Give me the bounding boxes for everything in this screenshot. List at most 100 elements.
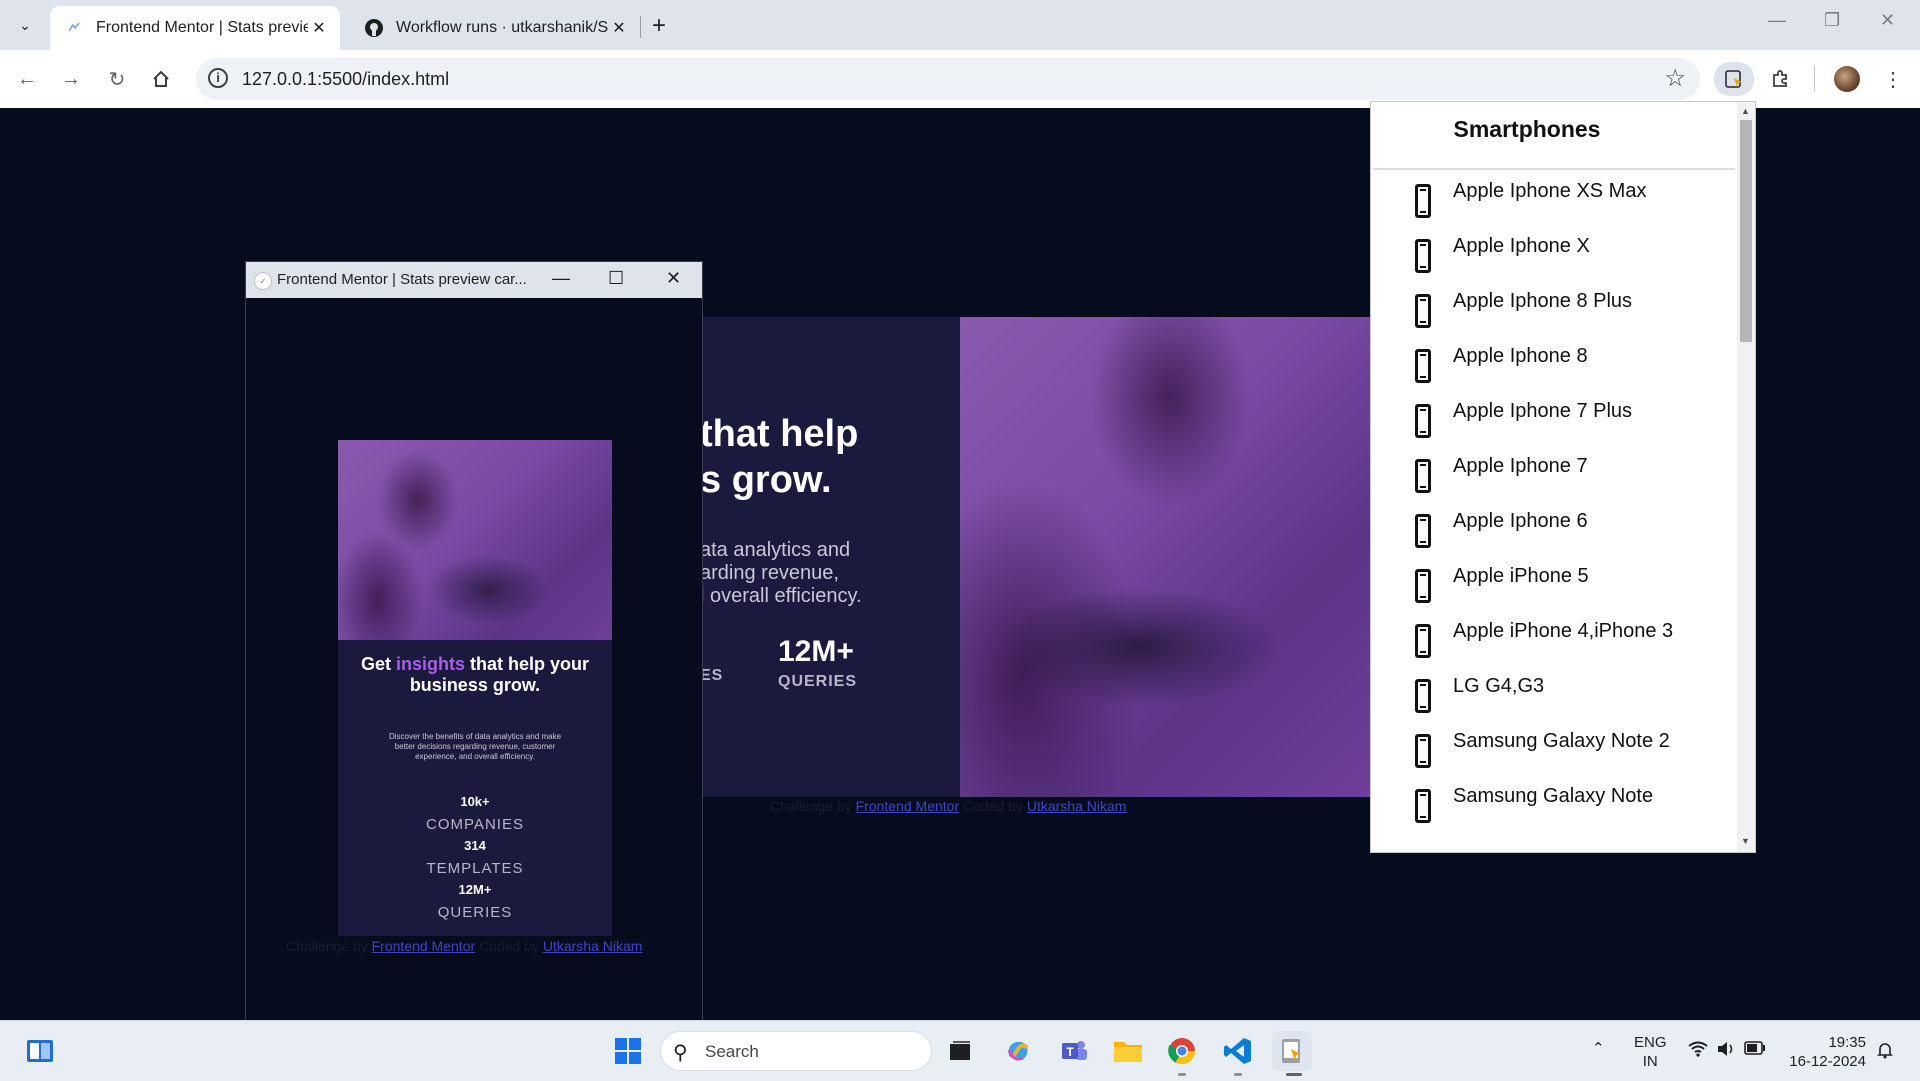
device-list-item[interactable]: Apple Iphone 6 — [1371, 504, 1737, 559]
frontend-mentor-link[interactable]: Frontend Mentor — [856, 798, 960, 814]
wifi-icon[interactable] — [1688, 1041, 1708, 1062]
address-bar[interactable]: i 127.0.0.1:5500/index.html ☆ — [196, 58, 1700, 100]
device-list-item[interactable]: Apple iPhone 5 — [1371, 559, 1737, 614]
device-name: Apple Iphone 7 — [1453, 455, 1588, 477]
device-list-item[interactable]: LG G4,G3 — [1371, 669, 1737, 724]
device-name: Apple iPhone 4,iPhone 3 — [1453, 620, 1674, 642]
favicon-icon: ✓ — [254, 272, 272, 290]
site-info-icon[interactable]: i — [208, 68, 228, 88]
close-icon[interactable]: ✕ — [308, 18, 330, 38]
device-name: Apple Iphone 8 Plus — [1453, 290, 1633, 312]
clock-date: 16-12-2024 — [1789, 1053, 1866, 1070]
widgets-icon[interactable] — [20, 1031, 60, 1071]
file-explorer-icon[interactable] — [1108, 1031, 1148, 1071]
bookmark-star-icon[interactable]: ☆ — [1664, 64, 1686, 93]
back-icon[interactable]: ← — [12, 64, 42, 94]
emulator-app-icon[interactable] — [1272, 1031, 1312, 1071]
volume-icon[interactable] — [1716, 1041, 1736, 1062]
device-list-item[interactable]: Apple Iphone 7 Plus — [1371, 394, 1737, 449]
heading-line-2: s grow. — [700, 459, 832, 501]
title-divider — [1373, 168, 1735, 170]
reload-icon[interactable]: ↻ — [102, 64, 132, 94]
copilot-icon[interactable] — [998, 1031, 1038, 1071]
device-name: Apple Iphone XS Max — [1453, 180, 1647, 202]
kebab-menu-icon[interactable]: ⋮ — [1876, 62, 1910, 96]
stat-queries-value: 12M+ — [458, 882, 492, 897]
card-heading: Get insights that help your business gro… — [338, 654, 612, 696]
search-placeholder: Search — [705, 1042, 759, 1061]
smartphone-icon — [1415, 514, 1431, 548]
device-name: Apple Iphone 8 — [1453, 345, 1588, 367]
heading-accent: insights — [395, 654, 465, 674]
device-list-item[interactable]: Apple Iphone X — [1371, 229, 1737, 284]
home-icon[interactable] — [146, 64, 176, 94]
notification-bell-icon[interactable] — [1876, 1041, 1894, 1064]
device-name: Apple Iphone 6 — [1453, 510, 1588, 532]
close-icon[interactable]: ✕ — [666, 268, 681, 289]
forward-icon[interactable]: → — [56, 64, 86, 94]
stat-companies-label: COMPANIES — [426, 816, 524, 833]
heading-line-1: that help — [700, 413, 859, 455]
device-list-item[interactable]: Samsung Galaxy Note 2 — [1371, 724, 1737, 779]
tab-workflow-runs[interactable]: Workflow runs · utkarshanik/Sta ✕ — [350, 6, 640, 50]
svg-text:T: T — [1066, 1045, 1074, 1059]
heading-pre: Get — [360, 654, 396, 674]
desc-line-1: ata analytics and — [700, 539, 851, 561]
clock-time: 19:35 — [1828, 1034, 1866, 1051]
scroll-down-arrow-icon[interactable]: ▼ — [1741, 836, 1750, 846]
window-title: Frontend Mentor | Stats preview car... — [277, 271, 527, 288]
frontend-mentor-link[interactable]: Frontend Mentor — [372, 938, 476, 954]
device-list-item[interactable]: Apple Iphone 8 — [1371, 339, 1737, 394]
language-indicator[interactable]: ENG IN — [1634, 1033, 1667, 1071]
battery-icon[interactable] — [1744, 1041, 1766, 1060]
card-description: ata analytics and arding revenue, l over… — [700, 539, 862, 608]
device-list-item[interactable]: Apple Iphone 8 Plus — [1371, 284, 1737, 339]
profile-avatar[interactable] — [1834, 66, 1860, 92]
teams-icon[interactable]: T — [1054, 1031, 1094, 1071]
maximize-icon[interactable]: ☐ — [608, 268, 624, 289]
smartphone-icon — [1415, 239, 1431, 273]
smartphone-icon — [1415, 294, 1431, 328]
attribution-mobile: Challenge by Frontend Mentor Coded by Ut… — [286, 938, 642, 954]
url-text: 127.0.0.1:5500/index.html — [242, 69, 450, 89]
language-code: ENG — [1634, 1034, 1667, 1051]
toolbar-divider — [1814, 66, 1815, 92]
minimize-icon[interactable]: — — [1768, 10, 1786, 31]
desc-line-2: arding revenue, — [700, 562, 839, 584]
extensions-puzzle-icon[interactable] — [1764, 62, 1798, 96]
device-list-item[interactable]: Apple iPhone 4,iPhone 3 — [1371, 614, 1737, 669]
new-tab-button[interactable]: + — [652, 12, 666, 40]
card-hero-image — [960, 317, 1370, 797]
close-window-icon[interactable]: ✕ — [1880, 10, 1895, 31]
scroll-up-arrow-icon[interactable]: ▲ — [1741, 106, 1750, 116]
author-link[interactable]: Utkarsha Nikam — [543, 938, 643, 954]
device-list-item[interactable]: Apple Iphone 7 — [1371, 449, 1737, 504]
start-windows-icon[interactable] — [608, 1031, 648, 1071]
device-name: Samsung Galaxy Note — [1453, 785, 1654, 807]
chrome-icon[interactable] — [1162, 1031, 1202, 1071]
smartphone-icon — [1415, 734, 1431, 768]
running-indicator — [1234, 1073, 1242, 1076]
show-hidden-icons-chevron-up-icon[interactable]: ⌃ — [1592, 1039, 1605, 1058]
smartphone-icon — [1415, 624, 1431, 658]
active-indicator — [1286, 1073, 1302, 1076]
desc-line-3: l overall efficiency. — [700, 585, 862, 607]
smartphone-icon — [1415, 459, 1431, 493]
task-view-icon[interactable] — [940, 1031, 980, 1071]
scrollbar-thumb[interactable] — [1740, 120, 1752, 342]
clock[interactable]: 19:35 16-12-2024 — [1786, 1033, 1866, 1071]
tab-search-button[interactable]: ⌄ — [10, 12, 40, 38]
taskbar-search[interactable]: ⚲ Search — [660, 1031, 932, 1071]
tab-title: Frontend Mentor | Stats previev — [96, 19, 308, 36]
close-icon[interactable]: ✕ — [608, 18, 630, 38]
smartphone-icon — [1415, 569, 1431, 603]
tab-frontend-mentor[interactable]: Frontend Mentor | Stats previev ✕ — [50, 6, 340, 50]
author-link[interactable]: Utkarsha Nikam — [1027, 798, 1127, 814]
device-list-item[interactable]: Apple Iphone XS Max — [1371, 174, 1737, 229]
minimize-icon[interactable]: — — [552, 268, 570, 289]
vscode-icon[interactable] — [1218, 1031, 1258, 1071]
stat-label-partial: ES — [700, 667, 724, 684]
device-list-item[interactable]: Samsung Galaxy Note — [1371, 779, 1737, 834]
restore-icon[interactable]: ❐ — [1824, 10, 1840, 31]
device-emulator-extension-icon[interactable] — [1714, 62, 1754, 96]
